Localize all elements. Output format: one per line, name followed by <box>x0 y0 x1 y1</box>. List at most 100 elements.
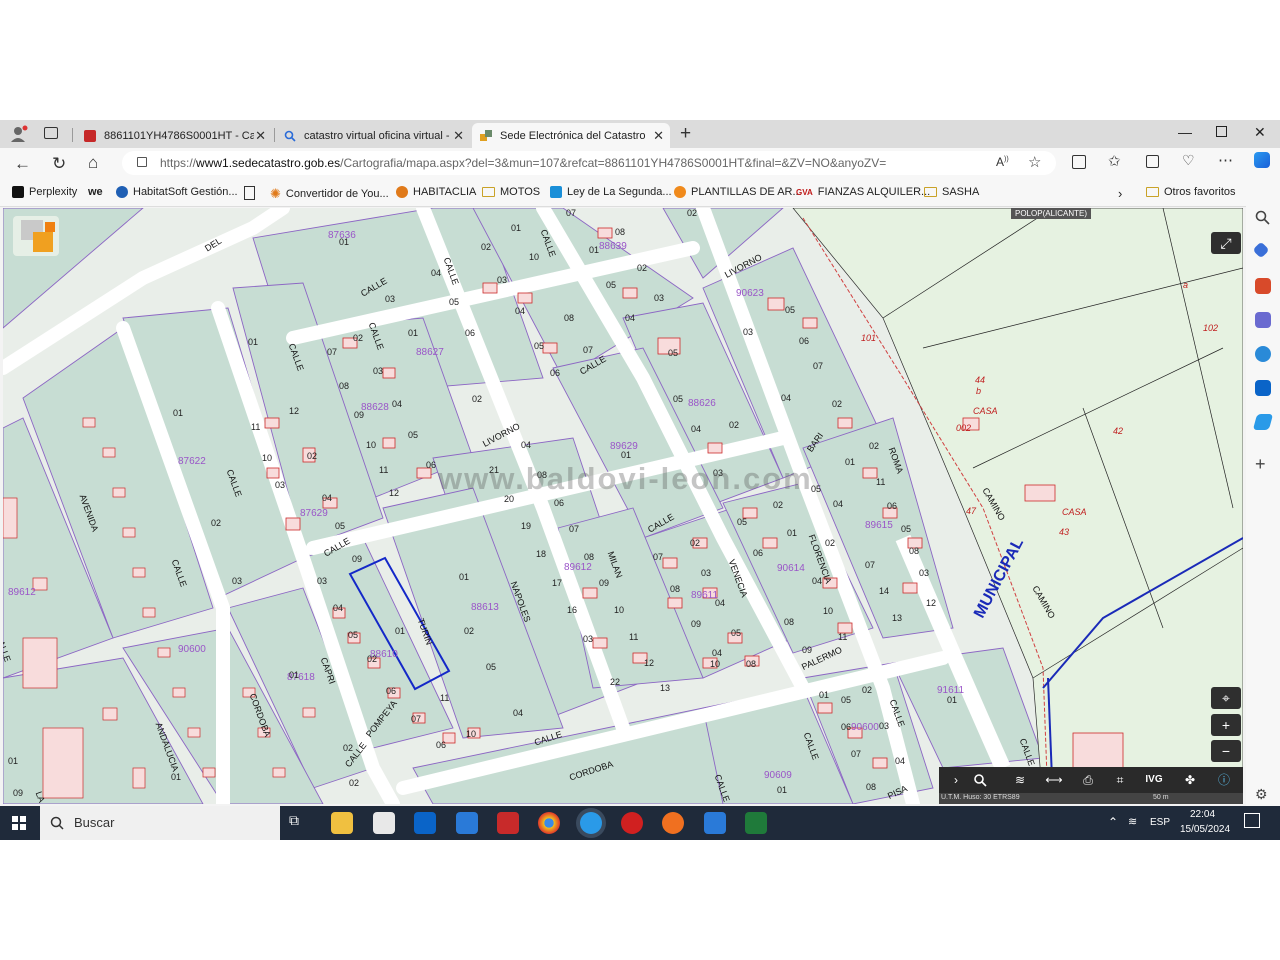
clock-time[interactable]: 22:04 <box>1190 809 1215 820</box>
watermark: www.baldovi-leon.com <box>438 461 813 496</box>
parcel-number: 08 <box>564 313 575 323</box>
file-explorer-icon[interactable] <box>331 812 353 834</box>
tools-icon[interactable] <box>1255 278 1271 294</box>
notifications-icon[interactable] <box>1244 813 1260 828</box>
favorite-document[interactable] <box>244 186 255 200</box>
store-icon[interactable] <box>373 812 395 834</box>
favorite-habitatsoft[interactable]: HabitatSoft Gestión... <box>116 186 238 198</box>
window-close-icon[interactable]: ✕ <box>1254 124 1266 141</box>
favorite-sasha[interactable]: SASHA <box>924 186 979 198</box>
add-icon[interactable]: + <box>1255 454 1271 474</box>
chevron-right-icon[interactable]: › <box>1118 186 1122 201</box>
send-icon[interactable] <box>1252 414 1274 430</box>
sidebar-search-icon[interactable] <box>1255 210 1271 226</box>
news-icon[interactable] <box>497 812 519 834</box>
cadastral-map[interactable]: POLOP(ALICANTE) 87636 88639 90623 88627 8862… <box>3 208 1243 804</box>
new-tab-icon[interactable]: + <box>680 123 691 145</box>
close-icon[interactable]: ✕ <box>653 128 664 144</box>
zoom-in-icon[interactable]: + <box>1211 714 1241 736</box>
tab-separator <box>72 128 73 142</box>
address-bar[interactable]: https://www1.sedecatastro.gob.es/Cartogr… <box>122 151 1056 175</box>
copilot-icon[interactable] <box>1254 152 1270 168</box>
settings-gear-icon[interactable]: ⚙ <box>1255 786 1271 802</box>
fullscreen-icon[interactable]: ⤢ <box>1211 232 1241 254</box>
favorite-motos[interactable]: MOTOS <box>482 186 540 198</box>
office-icon[interactable] <box>1255 346 1271 362</box>
opera-icon[interactable] <box>621 812 643 834</box>
tab-search[interactable]: catastro virtual oficina virtual - Bú ✕ <box>276 123 470 148</box>
favorite-ley[interactable]: Ley de La Segunda... <box>550 186 672 198</box>
locate-icon[interactable]: ⌖ <box>1211 687 1241 709</box>
favorite-we[interactable]: we <box>88 186 103 198</box>
parcel-number: 18 <box>536 549 547 559</box>
minimize-icon[interactable]: — <box>1178 124 1192 140</box>
parcel-query-icon[interactable]: ⌗ <box>1105 769 1135 791</box>
games-icon[interactable] <box>1255 312 1271 328</box>
favorites-icon[interactable]: ✩ <box>1108 152 1121 170</box>
outlook-icon[interactable] <box>1255 380 1271 396</box>
tab-catastro[interactable]: Sede Electrónica del Catastro - Fi ✕ <box>472 123 670 148</box>
favorite-perplexity[interactable]: Perplexity <box>12 186 77 198</box>
parcel-number: 06 <box>436 740 447 750</box>
zoom-out-icon[interactable]: − <box>1211 740 1241 762</box>
close-icon[interactable]: ✕ <box>453 128 464 144</box>
map-search-icon[interactable] <box>973 769 1003 791</box>
windows-start-icon[interactable] <box>12 816 26 830</box>
clock-date[interactable]: 15/05/2024 <box>1180 824 1230 835</box>
parcel-number: 10 <box>710 659 721 669</box>
parcel-number: 08 <box>339 381 350 391</box>
chrome-icon[interactable] <box>538 812 560 834</box>
language-indicator[interactable]: ESP <box>1150 817 1170 828</box>
info-icon[interactable]: ⓘ <box>1209 769 1239 791</box>
browser-essentials-icon[interactable]: ♡ <box>1182 152 1195 169</box>
parcel-number: 04 <box>691 424 702 434</box>
expand-chevron-icon[interactable]: › <box>941 769 971 791</box>
favorite-fianzas[interactable]: GVA FIANZAS ALQUILER... <box>796 186 930 198</box>
refresh-icon[interactable]: ↻ <box>52 154 66 174</box>
task-view-icon[interactable]: ⧉ <box>289 812 311 834</box>
rural-parcel-label: 44 <box>975 375 986 385</box>
cadastral-block-label: 89612 <box>564 562 592 573</box>
close-icon[interactable]: ✕ <box>255 128 266 144</box>
parcel-number: 12 <box>926 598 937 608</box>
parcel-number: 06 <box>386 686 397 696</box>
tab-pdf[interactable]: 8861101YH4786S0001HT - Catas ✕ <box>76 123 272 148</box>
maximize-icon[interactable] <box>1216 126 1227 137</box>
parcel-number: 06 <box>841 722 852 732</box>
more-icon[interactable]: ⋯ <box>1218 151 1233 169</box>
read-aloud-icon[interactable]: A)) <box>996 155 1009 169</box>
print-icon[interactable]: ⎙ <box>1073 769 1103 791</box>
collections-icon[interactable] <box>1146 155 1159 168</box>
mail-icon[interactable] <box>456 812 478 834</box>
parcel-number: 01 <box>589 245 600 255</box>
workspaces-icon[interactable] <box>44 127 58 139</box>
parcel-number: 01 <box>621 450 632 460</box>
outlook-new-icon[interactable] <box>704 812 726 834</box>
wifi-icon[interactable]: ≋ <box>1128 815 1137 828</box>
rural-parcel-label: 42 <box>1113 426 1124 436</box>
back-icon[interactable]: ← <box>14 154 31 174</box>
taskbar-search[interactable]: Buscar <box>40 806 280 840</box>
ivg-icon[interactable]: IVG <box>1139 769 1169 791</box>
parcel-number: 01 <box>787 528 798 538</box>
split-screen-icon[interactable] <box>1072 155 1086 169</box>
parcel-number: 10 <box>614 605 625 615</box>
edge-icon[interactable] <box>580 812 602 834</box>
tray-chevron-icon[interactable]: ⌃ <box>1108 815 1118 829</box>
shopping-tag-icon[interactable] <box>1252 241 1270 259</box>
home-icon[interactable]: ⌂ <box>88 153 98 173</box>
profile-icon[interactable] <box>10 125 28 143</box>
parcel-number: 12 <box>644 658 655 668</box>
favorite-convertidor[interactable]: ✺ Convertidor de You... <box>270 186 389 202</box>
layers-icon[interactable]: ≋ <box>1005 769 1035 791</box>
other-favorites[interactable]: Otros favoritos <box>1146 186 1236 198</box>
measure-icon[interactable]: ⟷ <box>1039 769 1069 791</box>
favorite-plantillas[interactable]: PLANTILLAS DE AR... <box>674 186 802 198</box>
share-icon[interactable]: ✤ <box>1175 769 1205 791</box>
favorite-habitaclia[interactable]: HABITACLIA <box>396 186 476 198</box>
favorite-star-icon[interactable]: ☆ <box>1028 153 1041 171</box>
excel-icon[interactable] <box>745 812 767 834</box>
firefox-icon[interactable] <box>662 812 684 834</box>
cadastral-block-label: 89612 <box>8 587 36 598</box>
outlook-taskbar-icon[interactable] <box>414 812 436 834</box>
